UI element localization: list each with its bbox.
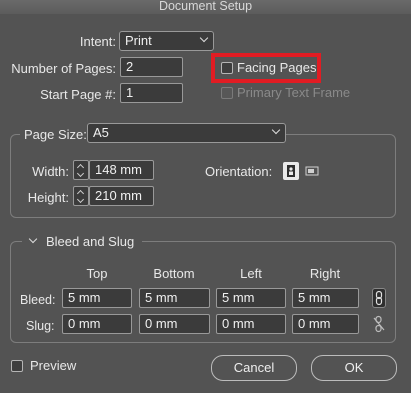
column-header-right: Right	[309, 266, 341, 281]
bleed-link-button[interactable]	[372, 288, 386, 308]
intent-value: Print	[125, 33, 152, 48]
bleed-top-field[interactable]: 5 mm	[62, 288, 132, 308]
stepper-down-icon[interactable]	[76, 169, 85, 178]
column-header-top: Top	[86, 266, 108, 281]
page-size-value: A5	[93, 125, 109, 140]
bleed-slug-header[interactable]: Bleed and Slug	[22, 234, 142, 250]
broken-link-icon	[373, 315, 385, 333]
start-page-field[interactable]: 1	[120, 83, 183, 103]
portrait-icon	[287, 165, 295, 177]
chain-link-icon	[375, 290, 383, 306]
height-label: Height:	[27, 190, 69, 205]
slug-label: Slug:	[26, 319, 55, 333]
orientation-portrait-button[interactable]	[283, 162, 299, 180]
page-size-select[interactable]: A5	[87, 123, 286, 143]
start-page-label: Start Page #:	[40, 87, 116, 102]
column-header-bottom: Bottom	[153, 266, 195, 281]
height-stepper[interactable]	[73, 186, 89, 206]
slug-top-field[interactable]: 0 mm	[62, 314, 132, 334]
bleed-left-field[interactable]: 5 mm	[216, 288, 286, 308]
intent-select[interactable]: Print	[119, 31, 214, 51]
facing-pages-label[interactable]: Facing Pages	[237, 60, 317, 76]
disclosure-chevron-icon	[28, 234, 38, 244]
stepper-down-icon[interactable]	[76, 195, 85, 204]
number-of-pages-label: Number of Pages:	[11, 61, 116, 76]
height-field[interactable]: 210 mm	[89, 186, 154, 206]
bleed-bottom-field[interactable]: 5 mm	[139, 288, 210, 308]
orientation-landscape-button[interactable]	[304, 162, 320, 180]
bleed-slug-title: Bleed and Slug	[46, 234, 135, 249]
cancel-button[interactable]: Cancel	[211, 355, 297, 381]
slug-link-button[interactable]	[372, 314, 386, 334]
width-field[interactable]: 148 mm	[89, 160, 154, 180]
slug-right-field[interactable]: 0 mm	[292, 314, 359, 334]
bleed-label: Bleed:	[20, 293, 56, 307]
slug-left-field[interactable]: 0 mm	[216, 314, 286, 334]
orientation-label: Orientation:	[205, 164, 273, 179]
preview-checkbox[interactable]	[11, 360, 23, 372]
intent-label: Intent:	[79, 34, 116, 49]
width-label: Width:	[32, 164, 69, 179]
bleed-right-field[interactable]: 5 mm	[292, 288, 359, 308]
chevron-down-icon	[199, 33, 209, 43]
column-header-left: Left	[240, 266, 262, 281]
width-stepper[interactable]	[73, 160, 89, 180]
primary-text-frame-label[interactable]: Primary Text Frame	[237, 85, 350, 101]
ok-button[interactable]: OK	[311, 355, 397, 381]
facing-pages-checkbox[interactable]	[221, 62, 233, 74]
landscape-icon	[305, 166, 319, 176]
slug-bottom-field[interactable]: 0 mm	[139, 314, 210, 334]
number-of-pages-field[interactable]: 2	[120, 57, 183, 77]
page-size-label: Page Size:	[20, 127, 91, 143]
window-title: Document Setup	[0, 0, 411, 14]
chevron-down-icon	[271, 125, 281, 135]
primary-text-frame-checkbox[interactable]	[221, 87, 233, 99]
preview-label[interactable]: Preview	[30, 358, 76, 374]
